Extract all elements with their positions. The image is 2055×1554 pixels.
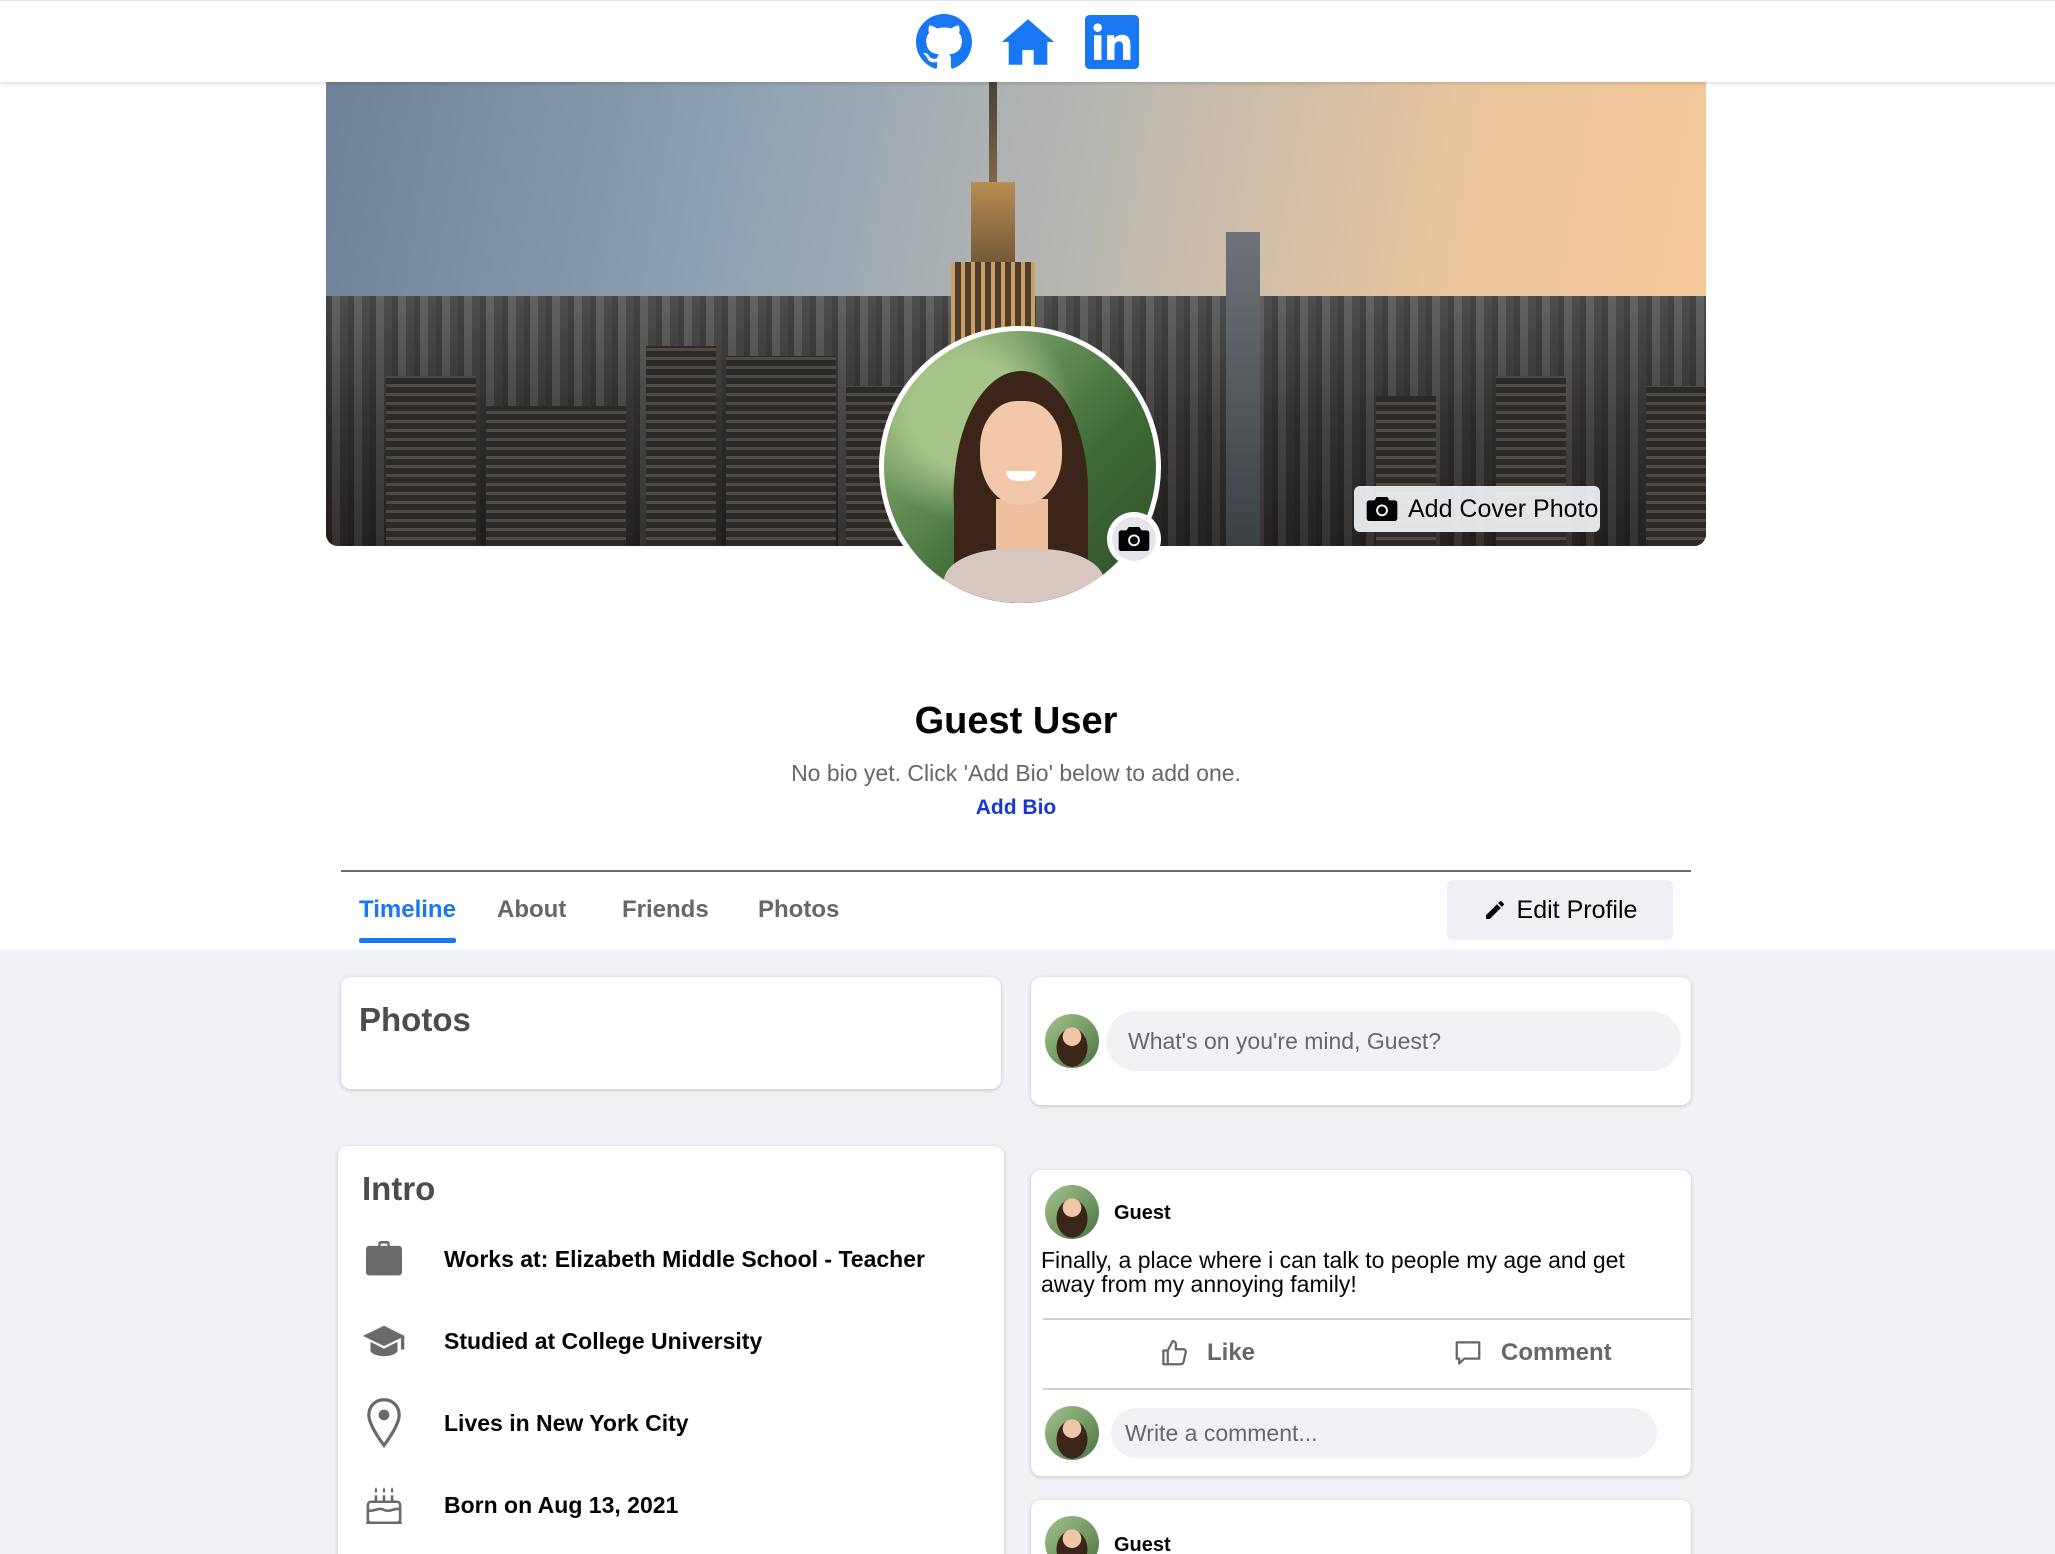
tab-about[interactable]: About bbox=[497, 896, 566, 924]
post-composer: What's on you're mind, Guest? bbox=[1031, 977, 1691, 1105]
linkedin-icon[interactable] bbox=[1083, 13, 1141, 71]
intro-item-birthday: Born on Aug 13, 2021 bbox=[362, 1480, 678, 1530]
intro-location-text: Lives in New York City bbox=[444, 1409, 689, 1436]
add-cover-photo-label: Add Cover Photo bbox=[1408, 494, 1599, 523]
content-area bbox=[0, 950, 2055, 1554]
post-divider bbox=[1043, 1318, 1691, 1320]
post-author[interactable]: Guest bbox=[1114, 1202, 1171, 1225]
avatar bbox=[1045, 1516, 1099, 1554]
github-icon[interactable] bbox=[915, 13, 973, 71]
avatar bbox=[1045, 1014, 1099, 1068]
profile-bio: No bio yet. Click 'Add Bio' below to add… bbox=[791, 760, 1241, 786]
tab-photos[interactable]: Photos bbox=[758, 896, 839, 924]
active-tab-indicator bbox=[359, 938, 456, 943]
thumbs-up-icon bbox=[1162, 1340, 1187, 1366]
camera-icon bbox=[1118, 527, 1150, 551]
top-nav-bar bbox=[0, 0, 2055, 82]
tab-friends[interactable]: Friends bbox=[622, 896, 709, 924]
briefcase-icon bbox=[362, 1234, 406, 1284]
birthday-cake-icon bbox=[362, 1480, 406, 1530]
edit-profile-label: Edit Profile bbox=[1516, 895, 1638, 924]
post-text: Finally, a place where i can talk to peo… bbox=[1041, 1247, 1625, 1297]
add-cover-photo-button[interactable]: Add Cover Photo bbox=[1354, 486, 1600, 532]
edit-profile-button[interactable]: Edit Profile bbox=[1447, 880, 1673, 940]
comment-button[interactable]: Comment bbox=[1453, 1338, 1612, 1368]
post-card: Guest Finally, a place where i can talk … bbox=[1031, 1170, 1691, 1476]
avatar bbox=[1045, 1185, 1099, 1239]
intro-item-education: Studied at College University bbox=[362, 1316, 762, 1366]
photos-card: Photos bbox=[341, 977, 1001, 1089]
intro-education-text: Studied at College University bbox=[444, 1327, 763, 1354]
graduation-cap-icon bbox=[362, 1316, 406, 1366]
tab-timeline[interactable]: Timeline bbox=[359, 896, 456, 924]
location-pin-icon bbox=[362, 1398, 406, 1448]
add-bio-link[interactable]: Add Bio bbox=[0, 796, 2032, 820]
home-icon[interactable] bbox=[999, 13, 1057, 71]
like-label: Like bbox=[1207, 1339, 1256, 1366]
update-avatar-button[interactable] bbox=[1107, 512, 1161, 566]
camera-icon bbox=[1366, 497, 1398, 521]
profile-tabs: Timeline About Friends Photos Edit Profi… bbox=[341, 872, 1691, 950]
pencil-icon bbox=[1485, 900, 1504, 919]
post-author[interactable]: Guest bbox=[1114, 1534, 1171, 1554]
profile-name: Guest User bbox=[914, 700, 1118, 742]
post-divider bbox=[1043, 1388, 1691, 1390]
comment-label: Comment bbox=[1501, 1339, 1612, 1366]
post-card: Guest bbox=[1031, 1500, 1691, 1554]
avatar bbox=[1045, 1406, 1099, 1460]
comment-input[interactable]: Write a comment... bbox=[1111, 1408, 1657, 1458]
intro-item-work: Works at: Elizabeth Middle School - Teac… bbox=[362, 1234, 925, 1284]
profile-avatar[interactable] bbox=[879, 326, 1161, 608]
comment-icon bbox=[1455, 1341, 1481, 1365]
intro-birthday-text: Born on Aug 13, 2021 bbox=[444, 1491, 679, 1518]
intro-item-location: Lives in New York City bbox=[362, 1398, 689, 1448]
intro-title: Intro bbox=[362, 1170, 436, 1207]
like-button[interactable]: Like bbox=[1159, 1338, 1255, 1368]
photos-card-title: Photos bbox=[359, 1001, 471, 1038]
intro-card: Intro Works at: Elizabeth Middle School … bbox=[338, 1146, 1004, 1554]
post-input[interactable]: What's on you're mind, Guest? bbox=[1106, 1011, 1681, 1071]
intro-work-text: Works at: Elizabeth Middle School - Teac… bbox=[444, 1245, 925, 1272]
